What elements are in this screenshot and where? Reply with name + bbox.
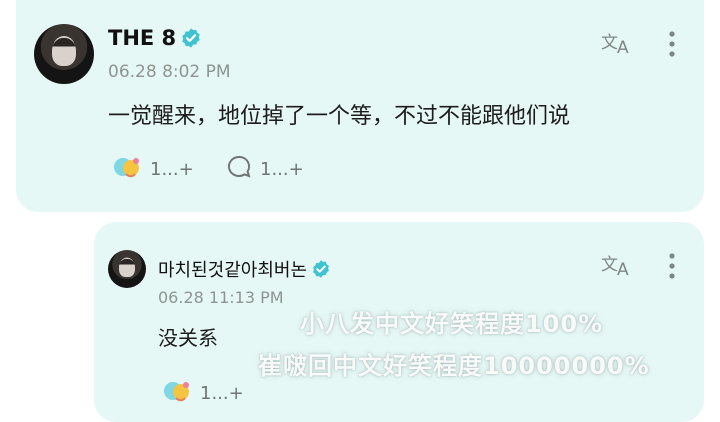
reply-timestamp: 06.28 11:13 PM — [158, 288, 284, 307]
reply-author[interactable]: 마치된것같아최버논 — [158, 256, 331, 282]
avatar-face — [52, 38, 76, 66]
reply-avatar-face — [119, 259, 135, 277]
verified-badge-icon — [180, 27, 202, 49]
more-vertical-icon[interactable] — [668, 252, 676, 284]
svg-text:文: 文 — [601, 255, 618, 275]
svg-text:A: A — [617, 260, 629, 278]
reactions-button[interactable]: 1...+ — [112, 154, 194, 185]
reply-avatar[interactable] — [108, 250, 146, 288]
reply-reactions-button[interactable]: 1...+ — [162, 378, 244, 409]
reaction-emoji-icon — [112, 154, 142, 185]
comment-bubble-icon — [226, 154, 252, 185]
translate-icon[interactable]: 文 A — [600, 30, 634, 60]
translate-icon[interactable]: 文 A — [600, 252, 634, 282]
reactions-count: 1...+ — [150, 159, 194, 180]
caption-line-2: 崔啵回中文好笑程度10000000% — [258, 352, 650, 380]
caption-line-1: 小八发中文好笑程度100% — [300, 310, 604, 338]
verified-badge-icon — [311, 259, 331, 279]
comments-button[interactable]: 1...+ — [226, 154, 304, 185]
post-author[interactable]: THE 8 — [108, 26, 202, 50]
post-text: 一觉醒来，地位掉了一个等，不过不能跟他们说 — [108, 104, 571, 129]
post-card: THE 8 06.28 8:02 PM 一觉醒来，地位掉了一个等，不过不能跟他们… — [16, 0, 704, 212]
post-author-name: THE 8 — [108, 26, 177, 50]
more-vertical-icon[interactable] — [668, 30, 676, 62]
reaction-emoji-icon — [162, 378, 192, 409]
reply-reactions-count: 1...+ — [200, 383, 244, 404]
comments-count: 1...+ — [260, 159, 304, 180]
svg-text:文: 文 — [601, 33, 618, 53]
post-timestamp: 06.28 8:02 PM — [108, 62, 231, 82]
svg-text:A: A — [617, 38, 629, 56]
avatar[interactable] — [34, 24, 94, 84]
reply-text: 没关系 — [158, 326, 218, 350]
reply-author-name: 마치된것같아최버논 — [158, 260, 308, 281]
